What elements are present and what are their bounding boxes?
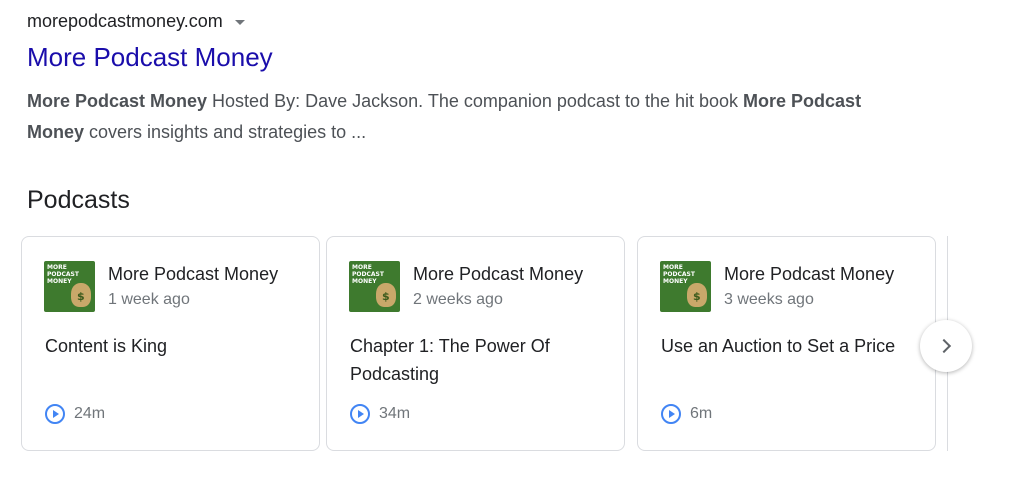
result-snippet: More Podcast Money Hosted By: Dave Jacks… [27,86,887,148]
caret-down-icon[interactable] [234,19,245,25]
podcasts-heading: Podcasts [27,186,130,214]
dollar-sign: $ [382,290,390,303]
episode-date: 1 week ago [108,291,190,308]
cover-text: MORE PODCAST MONEY [47,264,79,285]
search-result: morepodcastmoney.com More Podcast Money … [27,10,907,148]
episode-duration: 24m [74,405,106,422]
play-circle-icon[interactable] [350,404,370,424]
duration-row: 34m [350,404,410,424]
snippet-text-1: Hosted By: Dave Jackson. The companion p… [207,91,744,111]
carousel-next-button[interactable] [920,320,972,372]
cover-text: MORE PODCAST MONEY [352,264,384,285]
episode-title: Content is King [45,336,168,356]
snippet-bold-1: More Podcast Money [27,91,208,111]
podcast-name: More Podcast Money [413,264,584,284]
podcast-name: More Podcast Money [724,264,895,284]
duration-row: 24m [45,404,105,424]
podcast-cover-image: MORE PODCAST MONEY $ [660,261,711,312]
podcast-carousel: MORE PODCAST MONEY $ More Podcast Money 1 … [21,236,961,452]
episode-card[interactable]: MORE PODCAST MONEY $ More Podcast Money 1 … [21,236,320,451]
episode-date: 2 weeks ago [413,291,503,308]
podcast-cover-image: MORE PODCAST MONEY $ [349,261,400,312]
dollar-sign: $ [693,290,701,303]
episode-duration: 34m [379,405,411,422]
episode-date: 3 weeks ago [724,291,814,308]
dollar-sign: $ [77,290,85,303]
play-circle-icon[interactable] [661,404,681,424]
episode-duration: 6m [690,405,713,422]
chevron-right-icon [936,338,952,354]
play-circle-icon[interactable] [45,404,65,424]
result-url[interactable]: morepodcastmoney.com [27,11,223,32]
podcast-name: More Podcast Money [108,264,279,284]
result-url-row: morepodcastmoney.com [27,10,907,32]
snippet-text-2: covers insights and strategies to ... [84,122,367,142]
podcast-cover-image: MORE PODCAST MONEY $ [44,261,95,312]
episode-card[interactable]: MORE PODCAST MONEY $ More Podcast Money 2 … [326,236,625,451]
episode-card[interactable]: MORE PODCAST MONEY $ More Podcast Money 3 … [637,236,936,451]
episode-title: Chapter 1: The Power Of Podcasting [350,336,550,384]
cover-text: MORE PODCAST MONEY [663,264,695,285]
result-title-link[interactable]: More Podcast Money [27,40,907,74]
episode-title: Use an Auction to Set a Price [661,336,896,356]
duration-row: 6m [661,404,712,424]
